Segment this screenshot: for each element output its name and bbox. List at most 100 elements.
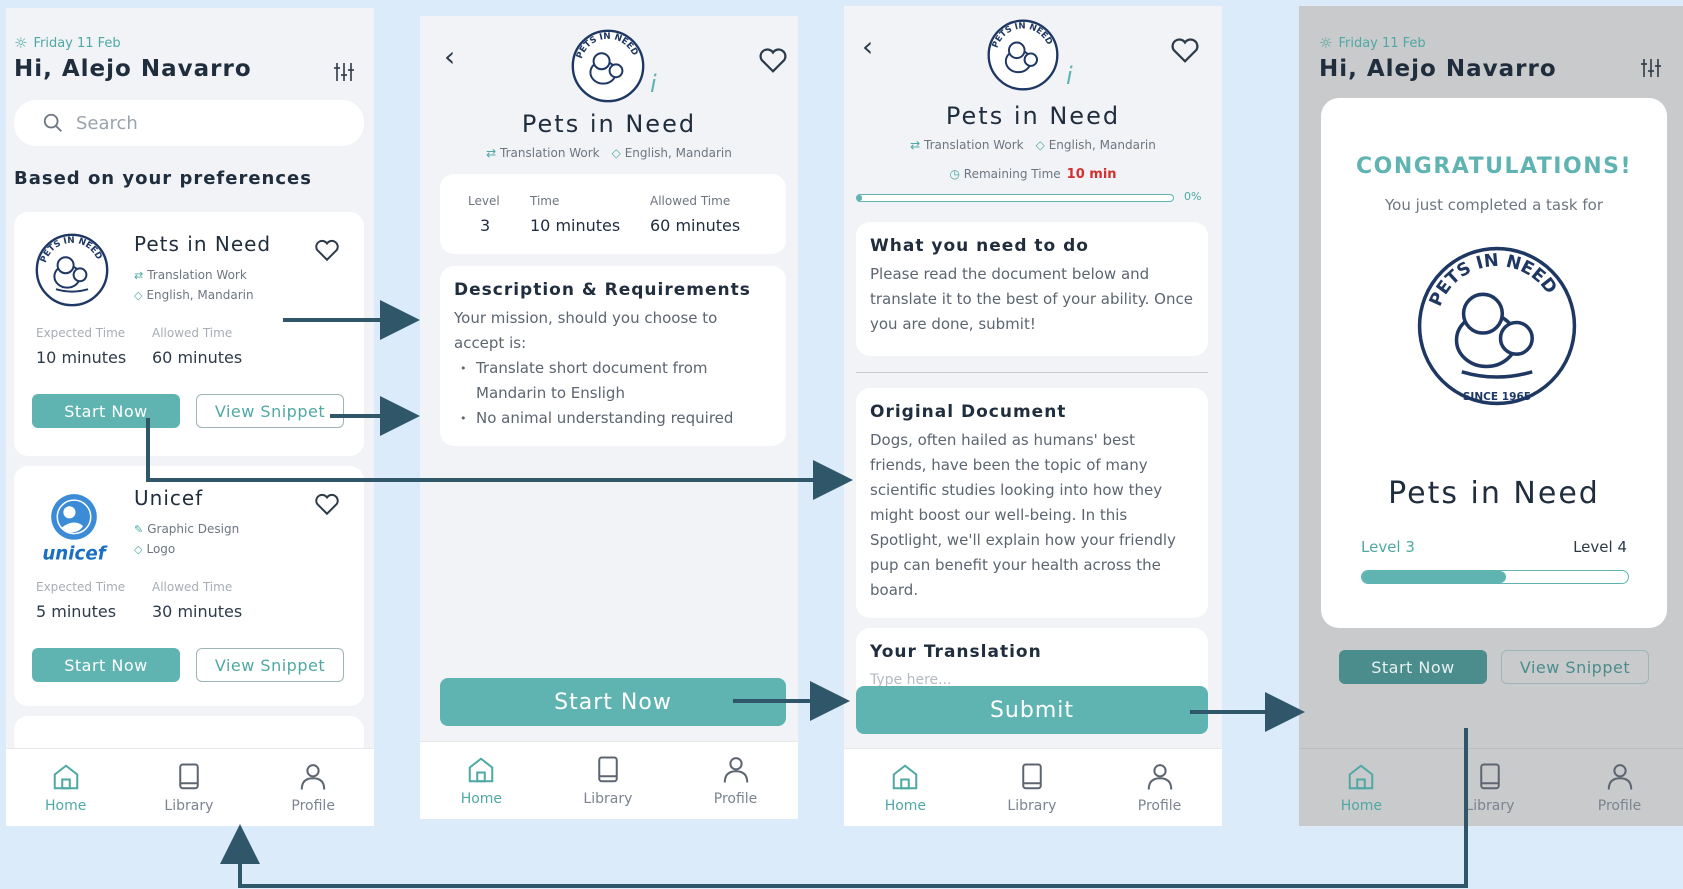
progress-percent: 0% [1184, 190, 1202, 203]
requirements-list: Translate short document from Mandarin t… [454, 356, 770, 431]
congrats-screen: ☼ Friday 11 Feb Hi, Alejo Navarro CONGRA… [1299, 6, 1683, 826]
unicef-logo: unicef [36, 488, 112, 568]
back-arrow-icon[interactable]: ‹ [862, 30, 873, 63]
page-title: Pets in Need [945, 102, 1121, 130]
book-icon [1022, 763, 1042, 789]
nav-library[interactable]: Library [164, 762, 213, 814]
brush-icon: ✎ [134, 522, 144, 536]
home-icon [469, 756, 494, 782]
stats-box: Level 3 Time 10 minutes Allowed Time 60 … [440, 174, 786, 254]
view-snippet-button[interactable]: View Snippet [1501, 650, 1649, 684]
time-value: 10 minutes [530, 216, 621, 235]
greeting: Hi, Alejo Navarro [14, 56, 252, 82]
home-icon [893, 763, 918, 789]
book-icon [179, 763, 199, 789]
svg-text:unicef: unicef [42, 543, 107, 564]
pets-in-need-logo: PETS IN NEED [984, 16, 1062, 98]
nav-home[interactable]: Home [1341, 762, 1382, 814]
expected-time-label: Expected Time [36, 580, 126, 594]
view-snippet-button[interactable]: View Snippet [196, 394, 344, 428]
filter-icon[interactable] [1639, 56, 1663, 80]
card-title: Unicef [134, 486, 204, 510]
heart-icon[interactable] [1170, 36, 1200, 64]
bottom-nav: Home Library Profile [844, 748, 1222, 826]
translation-title: Your Translation [870, 642, 1042, 662]
start-now-button[interactable]: Start Now [1339, 650, 1487, 684]
clock-icon: ◷ [949, 167, 960, 181]
page-title: Pets in Need [521, 110, 697, 138]
instructions-text: Please read the document below and trans… [870, 265, 1193, 333]
divider [856, 372, 1208, 373]
time-label: Time [530, 194, 560, 208]
search-input[interactable]: Search [14, 100, 364, 146]
original-document-title: Original Document [870, 402, 1067, 422]
nav-profile[interactable]: Profile [714, 755, 757, 807]
sun-icon: ☼ [1319, 34, 1333, 52]
level-progress-fill [1362, 571, 1506, 583]
filter-icon[interactable] [332, 60, 356, 84]
level-label: Level [468, 194, 500, 208]
task-progress-bar [856, 194, 1174, 202]
start-now-button[interactable]: Start Now [32, 394, 180, 428]
original-document-text: Dogs, often hailed as humans' best frien… [870, 431, 1176, 599]
sun-icon: ☼ [14, 34, 28, 52]
expected-time-value: 5 minutes [36, 602, 117, 621]
repeat-icon: ⇄ [910, 138, 921, 152]
home-icon [53, 763, 78, 789]
nav-home[interactable]: Home [461, 755, 502, 807]
back-arrow-icon[interactable]: ‹ [444, 40, 455, 73]
nav-profile[interactable]: Profile [1138, 762, 1181, 814]
heart-icon[interactable] [758, 46, 788, 74]
home-screen: ☼ Friday 11 Feb Hi, Alejo Navarro Search… [6, 8, 374, 826]
level-to: Level 4 [1573, 538, 1627, 556]
remaining-time-value: 10 min [1066, 167, 1117, 182]
section-title: Based on your preferences [14, 168, 312, 189]
instructions-block: What you need to do Please read the docu… [856, 222, 1208, 356]
instructions-title: What you need to do [870, 236, 1089, 256]
bottom-nav: Home Library Profile [420, 741, 798, 819]
view-snippet-button[interactable]: View Snippet [196, 648, 344, 682]
submit-button[interactable]: Submit [856, 686, 1208, 734]
task-card-unicef[interactable]: unicef Unicef ✎ Graphic Design ◇ Logo Expe… [14, 466, 364, 706]
congrats-subtext: You just completed a task for [1384, 196, 1604, 214]
heart-icon[interactable] [314, 238, 340, 262]
bottom-nav: Home Library Profile [6, 748, 374, 826]
date-label: ☼ Friday 11 Feb [14, 34, 121, 52]
nav-library[interactable]: Library [1465, 762, 1514, 814]
remaining-time: ◷ Remaining Time 10 min [949, 167, 1117, 182]
nav-home[interactable]: Home [885, 762, 926, 814]
task-card-pets[interactable]: PETS IN NEED Pets in Need ⇄ Translation W… [14, 212, 364, 456]
info-icon[interactable]: i [1066, 62, 1073, 90]
card-category: ✎ Graphic Design [134, 522, 240, 536]
nav-library[interactable]: Library [583, 755, 632, 807]
nav-library[interactable]: Library [1007, 762, 1056, 814]
heart-icon[interactable] [314, 492, 340, 516]
level-from: Level 3 [1361, 538, 1415, 556]
profile-icon [300, 763, 326, 790]
book-icon [1480, 763, 1500, 789]
level-progress-bar [1361, 570, 1629, 584]
description-text: Your mission, should you choose to accep… [454, 309, 718, 352]
tag-icon: ◇ [1035, 138, 1045, 152]
pets-in-need-logo: PETS IN NEED [32, 230, 112, 314]
start-now-button[interactable]: Start Now [440, 678, 786, 726]
nav-profile[interactable]: Profile [291, 762, 335, 814]
search-icon [43, 113, 62, 132]
greeting: Hi, Alejo Navarro [1319, 56, 1557, 82]
card-languages: ◇ English, Mandarin [134, 288, 254, 302]
detail-screen: ‹ PETS IN NEED i Pets in Need ⇄ Translat… [420, 16, 798, 819]
info-icon[interactable]: i [650, 70, 657, 98]
nav-home[interactable]: Home [45, 762, 86, 814]
card-title: Pets in Need [134, 232, 272, 256]
card-subcategory: ◇ Logo [134, 542, 176, 556]
home-icon [1349, 763, 1374, 789]
original-document-block: Original Document Dogs, often hailed as … [856, 388, 1208, 618]
nav-profile[interactable]: Profile [1598, 762, 1641, 814]
profile-icon [1607, 763, 1632, 790]
congrats-heading: CONGRATULATIONS! [1356, 154, 1632, 179]
allowed-time-label: Allowed Time [152, 326, 233, 340]
pets-in-need-logo: PETS IN NEED [568, 26, 648, 110]
allowed-time-label: Allowed Time [152, 580, 233, 594]
start-now-button[interactable]: Start Now [32, 648, 180, 682]
allowed-time-value: 60 minutes [650, 216, 741, 235]
